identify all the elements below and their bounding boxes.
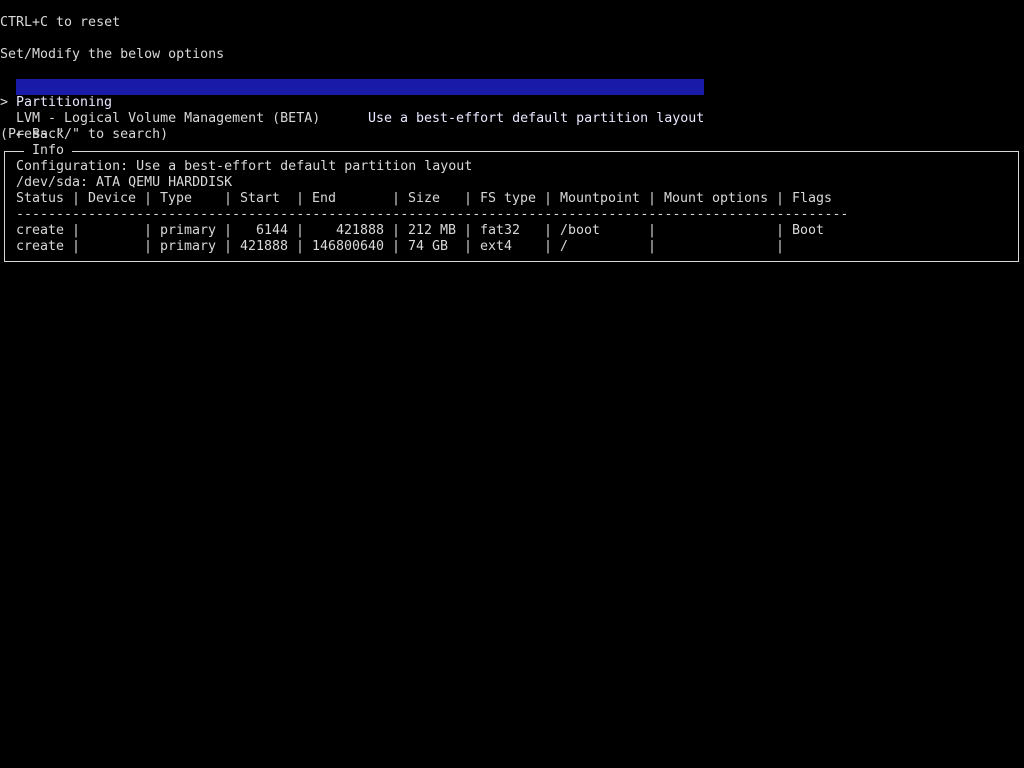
column-separator: | [144,223,153,238]
column-separator: | [464,191,473,206]
column-separator: | [72,223,81,238]
cell-mountpoint: / [560,239,569,254]
column-separator: | [144,191,153,206]
cell-end: 146800640 [311,239,384,254]
column-separator: | [544,191,553,206]
column-separator: | [72,191,81,206]
column-header-mount-options: Mount options [664,191,769,206]
column-separator: | [392,191,401,206]
menu-item-lvm[interactable]: LVM - Logical Volume Management (BETA) [0,95,704,126]
cell-fstype: ext4 [480,239,513,254]
device-name: /dev/sda: ATA QEMU HARDDISK [16,175,233,190]
column-header-type: Type [160,191,193,206]
column-separator: | [544,223,553,238]
column-separator: | [72,239,81,254]
column-separator: | [296,191,305,206]
column-header-fstype: FS type [480,191,537,206]
reset-hint: CTRL+C to reset [0,15,121,30]
cell-fstype: fat32 [480,223,521,238]
column-header-device: Device [88,191,137,206]
table-row: create | | primary | 421888 | 146800640 … [16,239,1016,255]
cell-start: 421888 [239,239,288,254]
column-header-size: Size [408,191,441,206]
info-title-rule [6,151,24,152]
column-separator: | [648,239,657,254]
column-header-status: Status [16,191,65,206]
cell-end: 421888 [335,223,384,238]
table-rule: ----------------------------------------… [16,207,846,222]
column-separator: | [392,239,401,254]
menu-item-back[interactable]: ← Back [0,111,704,142]
table-header: Status | Device | Type | Start | End | S… [16,191,1016,207]
column-separator: | [776,223,785,238]
config-summary: Configuration: Use a best-effort default… [16,159,473,174]
column-separator: | [224,239,233,254]
cell-type: primary [160,223,217,238]
table-row: create | | primary | 6144 | 421888 | 212… [16,223,1016,239]
search-hint: (Press "/" to search) [0,127,169,142]
column-header-start: Start [240,191,281,206]
column-separator: | [224,191,233,206]
cell-size: 74 GB [408,239,449,254]
column-separator: | [648,191,657,206]
column-header-end: End [312,191,337,206]
instruction-text: Set/Modify the below options [0,47,225,62]
cell-start: 6144 [255,223,288,238]
cell-type: primary [160,239,217,254]
column-separator: | [776,191,785,206]
column-header-mountpoint: Mountpoint [560,191,641,206]
column-separator: | [224,223,233,238]
info-title: Info [24,143,73,159]
column-header-flags: Flags [792,191,833,206]
column-separator: | [392,223,401,238]
menu-item-partitioning[interactable]: > Partitioning Use a best-effort default… [0,79,704,126]
cell-status: create [16,239,65,254]
cell-mountpoint: /boot [560,223,601,238]
cell-size: 212 MB [408,223,457,238]
column-separator: | [464,239,473,254]
column-separator: | [144,239,153,254]
cell-status: create [16,223,65,238]
selection-highlight: Partitioning Use a best-effort default p… [16,79,704,126]
column-separator: | [648,223,657,238]
cell-flags: Boot [792,223,825,238]
column-separator: | [296,223,305,238]
column-separator: | [296,239,305,254]
column-separator: | [464,223,473,238]
column-separator: | [544,239,553,254]
column-separator: | [776,239,785,254]
